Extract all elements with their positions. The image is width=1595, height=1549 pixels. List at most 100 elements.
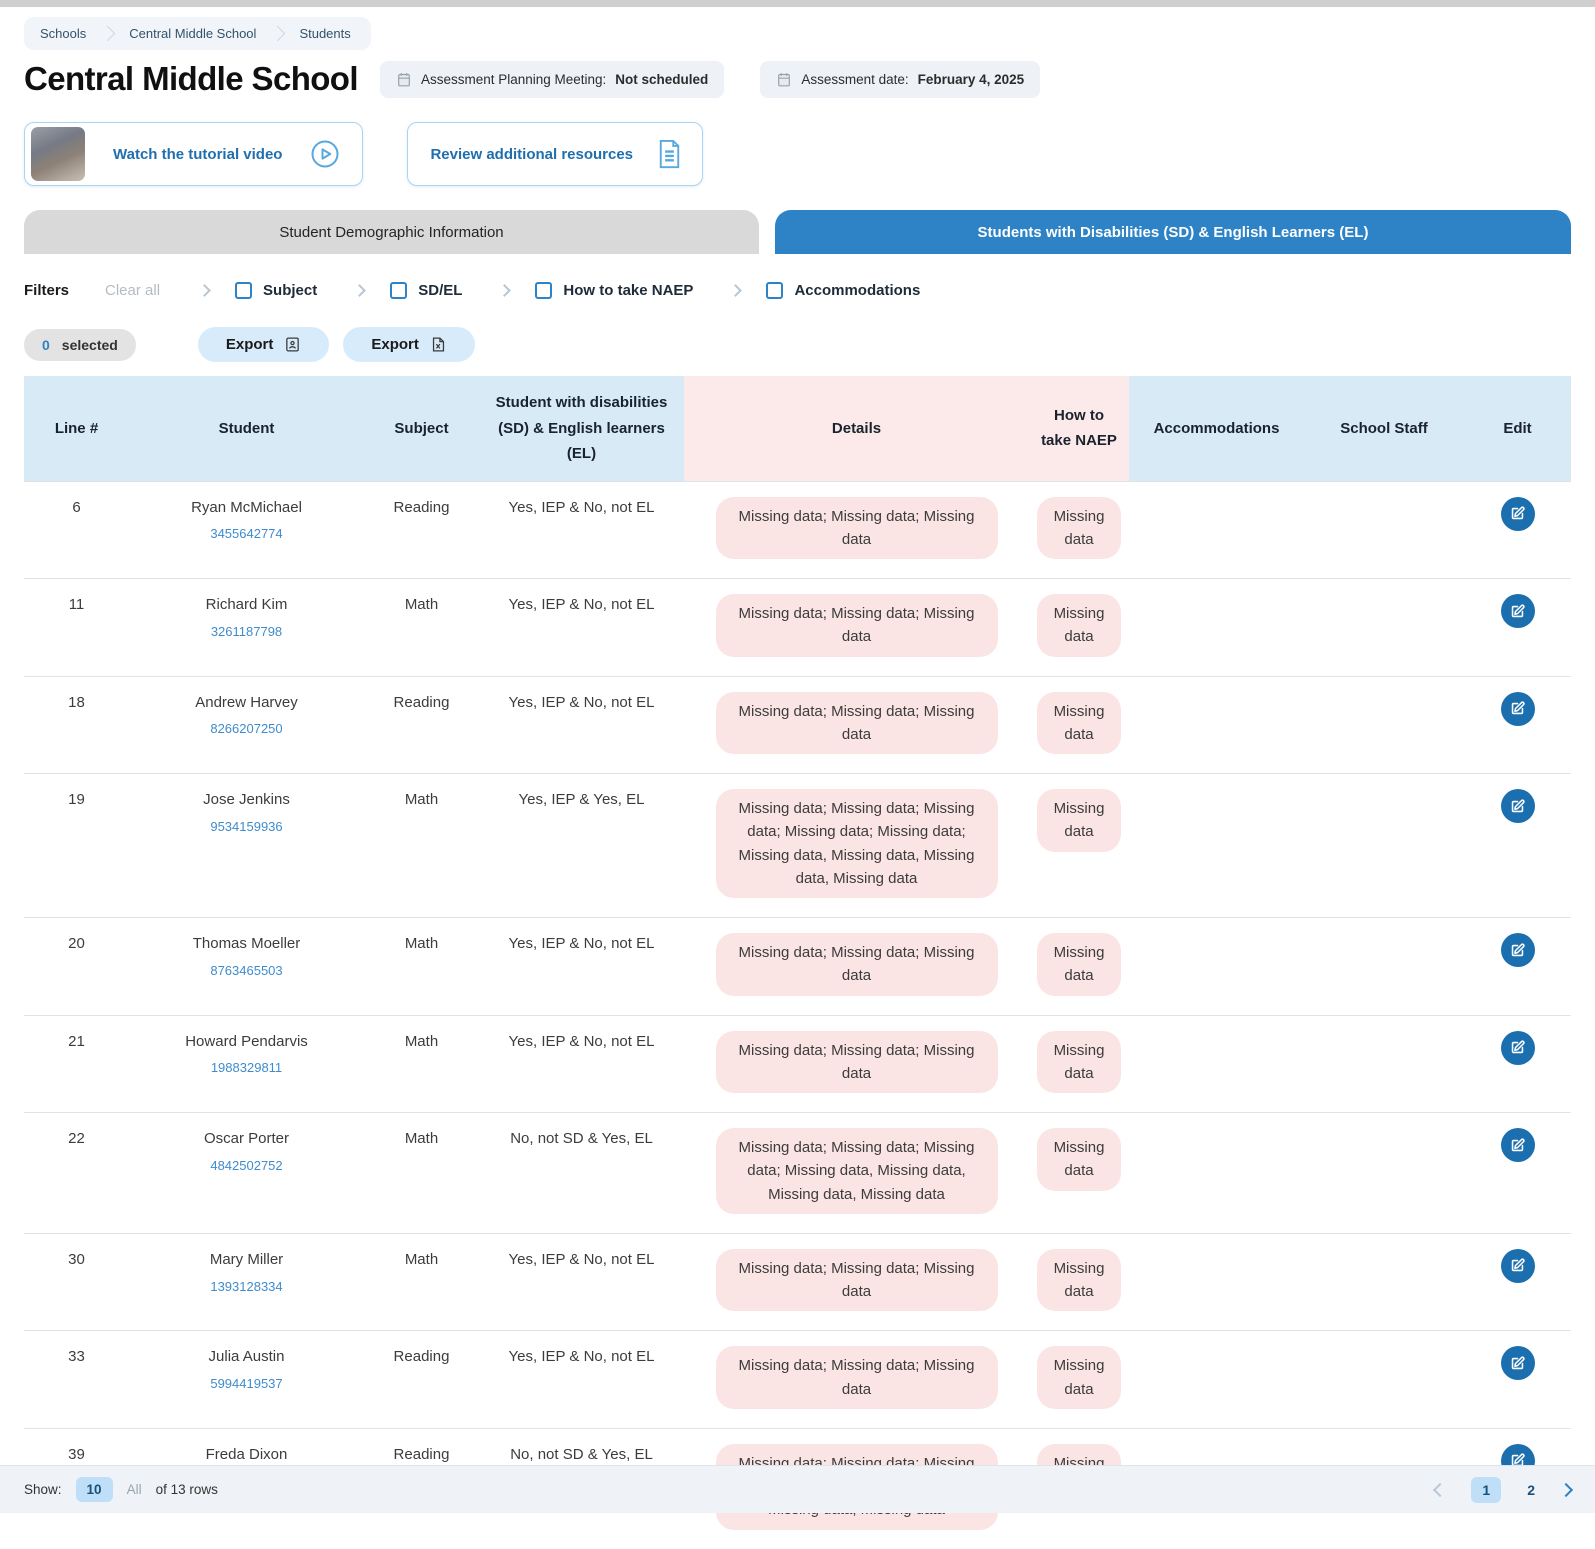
tab-student-demographic[interactable]: Student Demographic Information bbox=[24, 210, 759, 254]
student-id: 1393128334 bbox=[137, 1278, 356, 1297]
subject-cell: Reading bbox=[364, 1331, 479, 1429]
table-row: 18 Andrew Harvey 8266207250 Reading Yes,… bbox=[24, 676, 1571, 774]
details-cell: Missing data; Missing data; Missing data bbox=[684, 676, 1029, 774]
review-resources-button[interactable]: Review additional resources bbox=[407, 122, 703, 186]
student-name: Thomas Moeller bbox=[137, 933, 356, 955]
student-cell: Howard Pendarvis 1988329811 bbox=[129, 1015, 364, 1113]
edit-button[interactable] bbox=[1501, 1249, 1535, 1283]
filter-checkbox[interactable] bbox=[235, 282, 252, 299]
edit-cell bbox=[1464, 774, 1571, 918]
naep-cell: Missing data bbox=[1029, 1113, 1129, 1234]
table-row: 19 Jose Jenkins 9534159936 Math Yes, IEP… bbox=[24, 774, 1571, 918]
details-missing-data-pill: Missing data; Missing data; Missing data bbox=[716, 594, 998, 657]
line-number-cell: 33 bbox=[24, 1331, 129, 1429]
subject-cell: Math bbox=[364, 1233, 479, 1331]
pagination-next-icon[interactable] bbox=[1559, 1482, 1573, 1496]
line-number-cell: 6 bbox=[24, 481, 129, 579]
export-excel-icon bbox=[430, 336, 447, 353]
accommodations-cell bbox=[1129, 918, 1304, 1016]
sd-el-cell: Yes, IEP & No, not EL bbox=[479, 1015, 684, 1113]
page-size-all[interactable]: All bbox=[127, 1482, 142, 1497]
edit-pencil-icon bbox=[1509, 1137, 1526, 1154]
edit-cell bbox=[1464, 918, 1571, 1016]
breadcrumb-school[interactable]: Central Middle School bbox=[129, 26, 256, 41]
school-staff-cell bbox=[1304, 1331, 1464, 1429]
export-pdf-label: Export bbox=[226, 336, 274, 353]
filters-bar: Filters Clear all Subject SD/EL How to t… bbox=[24, 282, 1571, 299]
assessment-date-label: Assessment date: bbox=[801, 72, 908, 87]
filter-checkbox[interactable] bbox=[535, 282, 552, 299]
pagination-page-1[interactable]: 1 bbox=[1471, 1477, 1501, 1503]
naep-cell: Missing data bbox=[1029, 1233, 1129, 1331]
breadcrumb-schools[interactable]: Schools bbox=[40, 26, 86, 41]
pagination-page-2[interactable]: 2 bbox=[1527, 1482, 1535, 1498]
naep-missing-data-pill: Missing data bbox=[1037, 933, 1121, 996]
student-name: Mary Miller bbox=[137, 1249, 356, 1271]
filter-item: How to take NAEP bbox=[500, 282, 693, 299]
subject-cell: Math bbox=[364, 1113, 479, 1234]
col-subject: Subject bbox=[364, 376, 479, 481]
line-number-cell: 21 bbox=[24, 1015, 129, 1113]
student-id: 8266207250 bbox=[137, 720, 356, 739]
edit-pencil-icon bbox=[1509, 1039, 1526, 1056]
edit-pencil-icon bbox=[1509, 603, 1526, 620]
edit-pencil-icon bbox=[1509, 1257, 1526, 1274]
student-name: Howard Pendarvis bbox=[137, 1031, 356, 1053]
pagination-prev-icon[interactable] bbox=[1433, 1482, 1447, 1496]
edit-button[interactable] bbox=[1501, 933, 1535, 967]
student-cell: Andrew Harvey 8266207250 bbox=[129, 676, 364, 774]
students-table: Line # Student Subject Student with disa… bbox=[24, 376, 1571, 1549]
accommodations-cell bbox=[1129, 774, 1304, 918]
col-accommodations: Accommodations bbox=[1129, 376, 1304, 481]
planning-meeting-label: Assessment Planning Meeting: bbox=[421, 72, 606, 87]
student-cell: Jose Jenkins 9534159936 bbox=[129, 774, 364, 918]
sd-el-cell: No, not SD & Yes, EL bbox=[479, 1113, 684, 1234]
student-id: 5994419537 bbox=[137, 1375, 356, 1394]
accommodations-cell bbox=[1129, 1113, 1304, 1234]
document-icon bbox=[657, 139, 682, 169]
edit-button[interactable] bbox=[1501, 692, 1535, 726]
line-number-cell: 30 bbox=[24, 1233, 129, 1331]
naep-cell: Missing data bbox=[1029, 1015, 1129, 1113]
filter-checkbox[interactable] bbox=[766, 282, 783, 299]
details-missing-data-pill: Missing data; Missing data; Missing data… bbox=[716, 789, 998, 898]
subject-cell: Math bbox=[364, 774, 479, 918]
student-id: 9534159936 bbox=[137, 818, 356, 837]
planning-meeting-value: Not scheduled bbox=[615, 72, 708, 87]
tab-sd-el[interactable]: Students with Disabilities (SD) & Englis… bbox=[775, 210, 1571, 254]
line-number-cell: 22 bbox=[24, 1113, 129, 1234]
tab-label: Students with Disabilities (SD) & Englis… bbox=[978, 224, 1369, 241]
breadcrumb-students[interactable]: Students bbox=[299, 26, 350, 41]
accommodations-cell bbox=[1129, 1233, 1304, 1331]
edit-button[interactable] bbox=[1501, 789, 1535, 823]
details-cell: Missing data; Missing data; Missing data bbox=[684, 579, 1029, 677]
export-pdf-button[interactable]: Export bbox=[198, 327, 330, 362]
filter-label: How to take NAEP bbox=[563, 282, 693, 299]
review-resources-label: Review additional resources bbox=[430, 146, 633, 163]
rows-count-label: of 13 rows bbox=[156, 1482, 218, 1497]
watch-tutorial-button[interactable]: Watch the tutorial video bbox=[24, 122, 363, 186]
edit-button[interactable] bbox=[1501, 1031, 1535, 1065]
calendar-icon bbox=[776, 71, 792, 88]
col-school-staff: School Staff bbox=[1304, 376, 1464, 481]
page-size-10[interactable]: 10 bbox=[76, 1477, 113, 1502]
naep-missing-data-pill: Missing data bbox=[1037, 1128, 1121, 1191]
student-name: Julia Austin bbox=[137, 1346, 356, 1368]
clear-all-filters[interactable]: Clear all bbox=[105, 282, 160, 299]
accommodations-cell bbox=[1129, 481, 1304, 579]
filter-item: SD/EL bbox=[355, 282, 462, 299]
naep-cell: Missing data bbox=[1029, 1331, 1129, 1429]
edit-button[interactable] bbox=[1501, 594, 1535, 628]
student-cell: Thomas Moeller 8763465503 bbox=[129, 918, 364, 1016]
export-excel-button[interactable]: Export bbox=[343, 327, 475, 362]
watch-tutorial-label: Watch the tutorial video bbox=[113, 146, 282, 163]
filter-checkbox[interactable] bbox=[390, 282, 407, 299]
edit-pencil-icon bbox=[1509, 798, 1526, 815]
edit-button[interactable] bbox=[1501, 1346, 1535, 1380]
details-cell: Missing data; Missing data; Missing data bbox=[684, 1331, 1029, 1429]
student-name: Richard Kim bbox=[137, 594, 356, 616]
details-missing-data-pill: Missing data; Missing data; Missing data bbox=[716, 933, 998, 996]
sd-el-cell: Yes, IEP & No, not EL bbox=[479, 1331, 684, 1429]
edit-button[interactable] bbox=[1501, 1128, 1535, 1162]
edit-button[interactable] bbox=[1501, 497, 1535, 531]
